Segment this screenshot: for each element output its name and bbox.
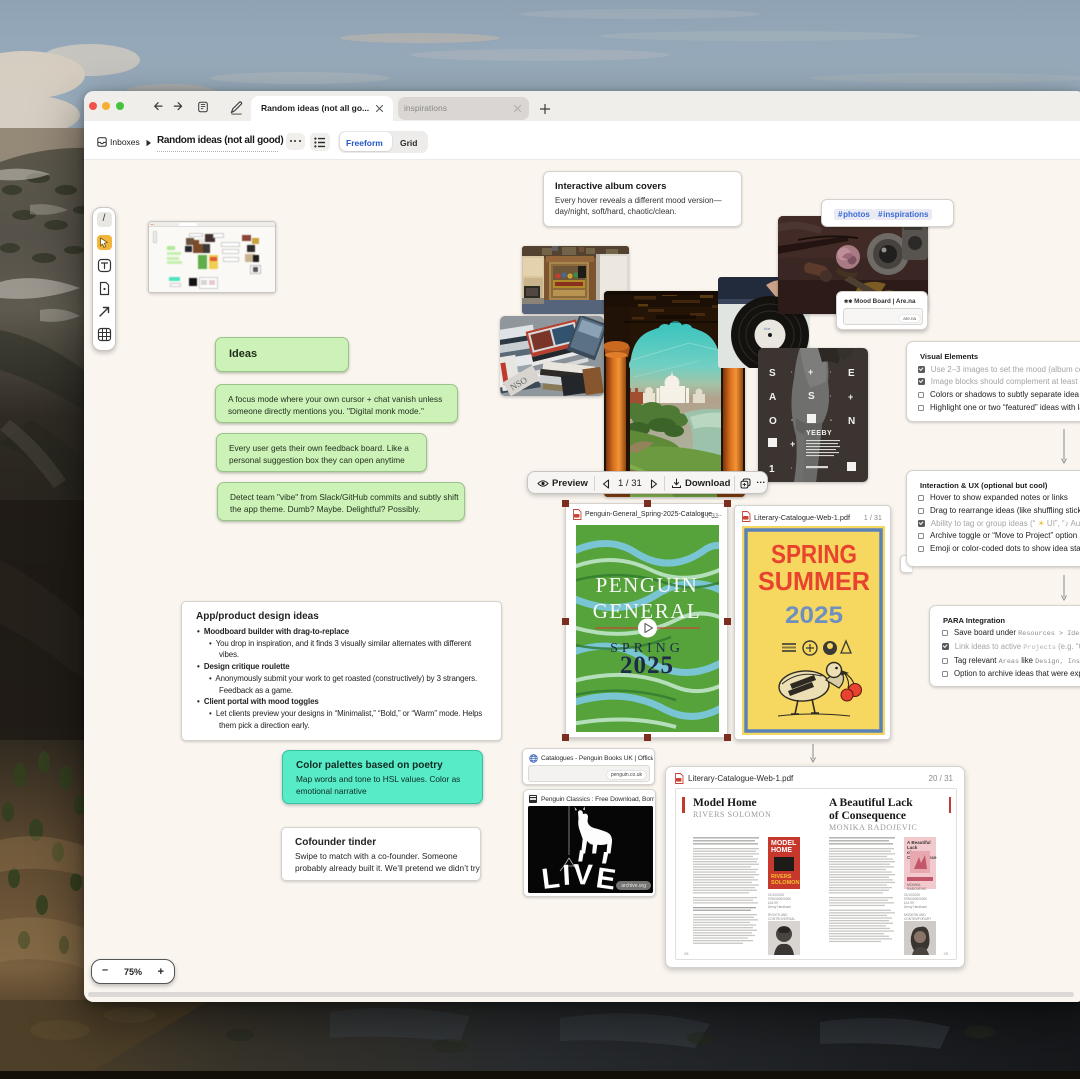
svg-text:A: A bbox=[769, 392, 776, 403]
svg-text:blue: blue bbox=[764, 327, 771, 331]
svg-text:N: N bbox=[848, 416, 855, 427]
svg-text:SPRING: SPRING bbox=[771, 539, 857, 569]
svg-text:E: E bbox=[594, 862, 618, 893]
svg-text:O: O bbox=[769, 416, 777, 427]
svg-text:2025: 2025 bbox=[620, 652, 674, 679]
svg-text:V: V bbox=[573, 859, 594, 892]
svg-text:-: - bbox=[791, 418, 793, 424]
svg-text:+: + bbox=[848, 392, 853, 402]
svg-text:-: - bbox=[830, 418, 832, 424]
svg-text:SUMMER: SUMMER bbox=[758, 566, 870, 596]
svg-text:2025: 2025 bbox=[785, 602, 843, 629]
svg-text:+: + bbox=[808, 367, 813, 377]
svg-text:PENGUIN: PENGUIN bbox=[596, 573, 699, 597]
svg-text:I: I bbox=[562, 860, 572, 892]
svg-text:S: S bbox=[808, 391, 815, 402]
svg-text:YEEBY: YEEBY bbox=[806, 430, 832, 437]
svg-text:1: 1 bbox=[769, 464, 775, 475]
svg-text:S: S bbox=[769, 368, 776, 379]
svg-text:E: E bbox=[848, 368, 855, 379]
svg-text:+: + bbox=[790, 439, 795, 449]
